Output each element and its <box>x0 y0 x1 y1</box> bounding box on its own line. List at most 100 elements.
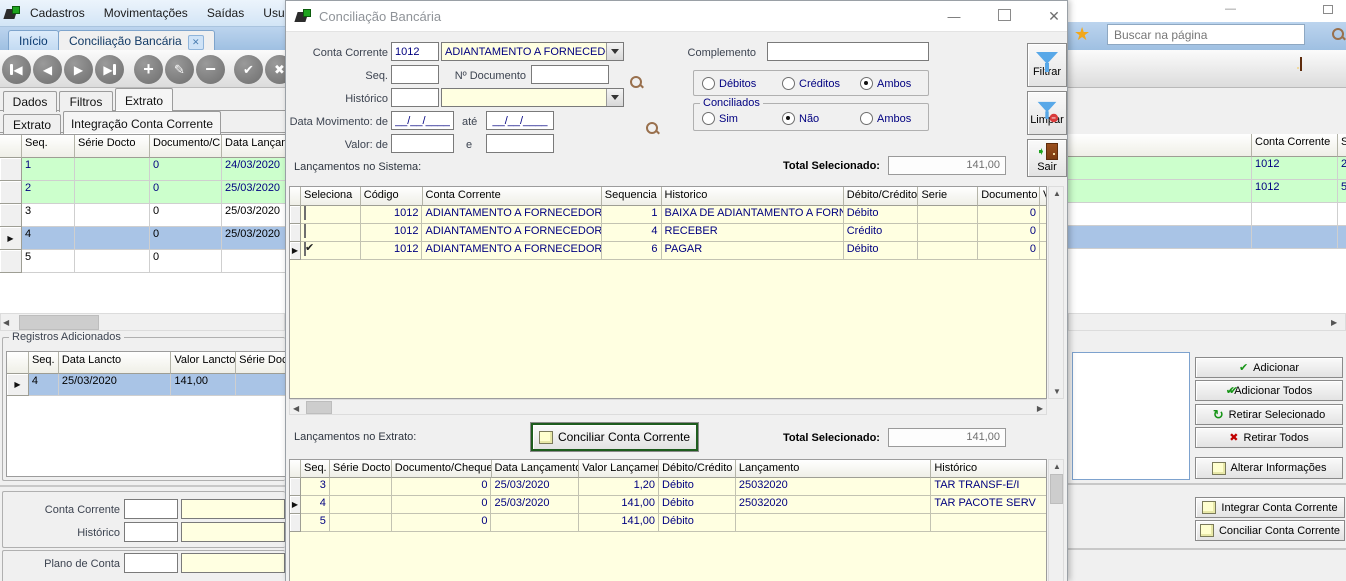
table-row[interactable]: 1012 ADIANTAMENTO A FORNECEDORES 4 RECEB… <box>290 224 1046 242</box>
table-row[interactable]: 1012 ADIANTAMENTO A FORNECEDORES 1 BAIXA… <box>290 206 1046 224</box>
window-minimize-icon[interactable]: — <box>1225 3 1236 15</box>
sair-button[interactable]: ➧ Sair <box>1027 139 1067 177</box>
dialog-close-icon[interactable]: ✕ <box>1034 8 1074 25</box>
d-num-documento-input[interactable] <box>531 65 609 84</box>
tab-extrato[interactable]: Extrato <box>115 88 173 111</box>
col-reg-data[interactable]: Data Lancto <box>58 352 172 374</box>
menu-movimentacoes[interactable]: Movimentações <box>96 1 196 25</box>
radio-debitos[interactable]: Débitos <box>702 77 756 90</box>
d-valor-ate-input[interactable] <box>486 134 554 153</box>
registros-list-box[interactable] <box>1072 352 1190 480</box>
scroll-thumb[interactable] <box>19 315 99 330</box>
d-historico-search-icon[interactable] <box>646 122 659 135</box>
col-serie-docto[interactable]: Série Docto <box>75 135 150 158</box>
tab-conciliacao-bancaria[interactable]: Conciliação Bancária ✕ <box>58 30 215 50</box>
table-row-selected[interactable]: 4 0 25/03/2020 <box>0 227 285 250</box>
col-seq[interactable]: Seq. <box>22 135 75 158</box>
search-magnifier-icon[interactable] <box>1332 28 1345 41</box>
tab-inicio[interactable]: Início <box>8 30 59 51</box>
scroll-right-icon[interactable]: ▶ <box>1037 404 1043 413</box>
dialog-titlebar[interactable]: Conciliação Bancária — ✕ <box>286 1 1067 32</box>
subtab-integracao-cc[interactable]: Integração Conta Corrente <box>63 111 221 134</box>
limpar-button[interactable]: − Limpar <box>1027 91 1067 135</box>
exit-door-icon[interactable] <box>1300 57 1302 71</box>
tab-filtros[interactable]: Filtros <box>59 91 113 112</box>
nav-last-button[interactable]: ▶ <box>95 55 124 84</box>
table-row[interactable]: 3 0 25/03/2020 <box>0 204 285 227</box>
plano-name-input[interactable] <box>181 553 285 573</box>
radio-conc-sim[interactable]: Sim <box>702 112 738 125</box>
col-data-lancamento[interactable]: Data Lançam <box>222 135 285 158</box>
extrato-grid-vscrollbar[interactable]: ▲ <box>1048 459 1064 581</box>
table-row[interactable]: 5 0 <box>0 250 285 273</box>
add-record-button[interactable]: + <box>134 55 163 84</box>
menu-cadastros[interactable]: Cadastros <box>22 1 93 25</box>
table-row[interactable]: 3 0 25/03/2020 1,20 Débito 25032020 TAR … <box>290 478 1046 496</box>
table-row[interactable]: 5 0 141,00 Débito <box>290 514 1046 532</box>
edit-record-button[interactable]: ✎ <box>165 55 194 84</box>
col-reg-valor[interactable]: Valor Lancto <box>171 352 237 374</box>
retirar-todos-button[interactable]: ✖ Retirar Todos <box>1195 427 1343 448</box>
conciliar-conta-corrente-button[interactable]: Conciliar Conta Corrente <box>531 423 698 451</box>
d-conta-corrente-combo[interactable]: ADIANTAMENTO A FORNECEDOR <box>441 42 624 61</box>
table-row[interactable]: 1012 5 <box>1068 180 1346 203</box>
conciliar-conta-corrente-side-button[interactable]: Conciliar Conta Corrente <box>1195 520 1345 541</box>
d-historico-code-input[interactable] <box>391 88 439 107</box>
subtab-extrato[interactable]: Extrato <box>3 114 61 135</box>
scroll-thumb[interactable] <box>306 401 332 414</box>
extrato-grid-hscrollbar-right[interactable]: ▶ <box>1068 313 1346 331</box>
col-reg-seq[interactable]: Seq. <box>28 352 59 374</box>
confirm-button[interactable]: ✔ <box>234 55 263 84</box>
nav-first-button[interactable]: ◀ <box>2 55 31 84</box>
table-row-current[interactable]: 1012 ADIANTAMENTO A FORNECEDORES 6 PAGAR… <box>290 242 1046 260</box>
table-row-selected[interactable]: 4 25/03/2020 141,00 <box>7 374 285 396</box>
table-row-selected[interactable] <box>1068 226 1346 249</box>
extrato-grid-hscrollbar[interactable]: ◀ <box>0 313 285 331</box>
alterar-informacoes-button[interactable]: Alterar Informações <box>1195 457 1343 479</box>
scroll-up-icon[interactable]: ▲ <box>1053 189 1061 198</box>
table-row[interactable]: 1012 2 <box>1068 157 1346 180</box>
table-row[interactable]: 2 0 25/03/2020 <box>0 181 285 204</box>
tab-close-icon[interactable]: ✕ <box>187 35 204 50</box>
delete-record-button[interactable]: − <box>196 55 225 84</box>
scroll-up-icon[interactable]: ▲ <box>1053 462 1061 471</box>
nav-next-button[interactable]: ▶ <box>64 55 93 84</box>
scroll-thumb[interactable] <box>1050 474 1063 504</box>
col-documento-cheque[interactable]: Documento/Cheque <box>150 135 222 158</box>
historico-name-input[interactable] <box>181 522 285 542</box>
filtrar-button[interactable]: Filtrar <box>1027 43 1067 87</box>
col-reg-serie[interactable]: Série Doct <box>236 352 285 374</box>
checkbox-unchecked[interactable] <box>303 224 306 238</box>
adicionar-todos-button[interactable]: ✔✔ Adicionar Todos <box>1195 380 1343 401</box>
radio-conc-ambos[interactable]: Ambos <box>860 112 911 125</box>
window-restore-icon[interactable] <box>1323 5 1333 14</box>
d-valor-de-input[interactable] <box>391 134 454 153</box>
d-historico-combo[interactable] <box>441 88 624 107</box>
d-seq-input[interactable] <box>391 65 439 84</box>
scroll-left-icon[interactable]: ◀ <box>293 404 299 413</box>
scroll-down-icon[interactable]: ▼ <box>1053 387 1061 396</box>
radio-creditos[interactable]: Créditos <box>782 77 840 90</box>
scroll-right-icon[interactable]: ▶ <box>1331 318 1337 327</box>
search-input[interactable] <box>1107 24 1305 45</box>
table-row[interactable] <box>1068 203 1346 226</box>
radio-ambos[interactable]: Ambos <box>860 77 911 90</box>
cc-name-input[interactable] <box>181 499 285 519</box>
dialog-maximize-icon[interactable] <box>984 8 1024 24</box>
menu-saidas[interactable]: Saídas <box>199 1 252 25</box>
table-row-current[interactable]: 4 0 25/03/2020 141,00 Débito 25032020 TA… <box>290 496 1046 514</box>
favorite-star-icon[interactable]: ★ <box>1074 24 1090 45</box>
retirar-selecionado-button[interactable]: ↻ Retirar Selecionado <box>1195 404 1343 425</box>
sistema-grid-hscrollbar[interactable]: ◀ ▶ <box>289 399 1047 415</box>
checkbox-unchecked[interactable] <box>303 206 306 220</box>
dialog-minimize-icon[interactable]: — <box>934 9 974 24</box>
col-conta-corrente[interactable]: Conta Corrente <box>1252 134 1338 157</box>
table-row[interactable]: 1 0 24/03/2020 <box>0 158 285 181</box>
d-data-ate-input[interactable] <box>486 111 554 130</box>
radio-conc-nao[interactable]: Não <box>782 112 819 125</box>
chevron-down-icon[interactable] <box>606 43 623 60</box>
d-conta-corrente-search-icon[interactable] <box>630 76 643 89</box>
d-data-de-input[interactable] <box>391 111 454 130</box>
checkbox-checked[interactable] <box>303 242 306 256</box>
plano-code-input[interactable] <box>124 553 178 573</box>
